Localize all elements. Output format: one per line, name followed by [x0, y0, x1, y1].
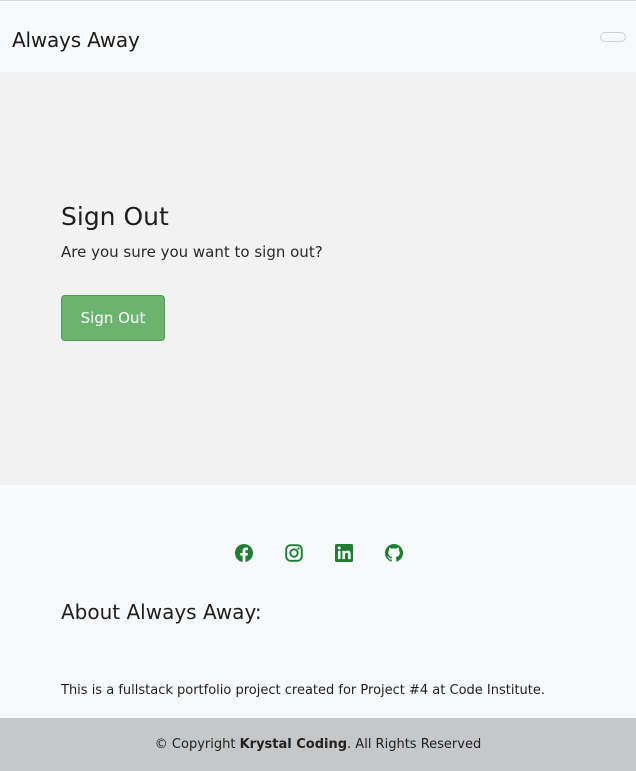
- top-navbar: Always Away: [0, 0, 636, 72]
- about-heading: About Always Away:: [61, 600, 262, 624]
- copyright-prefix: © Copyright: [154, 737, 240, 752]
- copyright-suffix: . All Rights Reserved: [347, 737, 482, 752]
- page-title: Sign Out: [61, 202, 169, 231]
- navbar-toggler-button[interactable]: [600, 32, 626, 42]
- sign-out-button[interactable]: Sign Out: [61, 295, 165, 341]
- footer: About Always Away: This is a fullstack p…: [0, 485, 636, 718]
- github-icon[interactable]: [385, 544, 403, 562]
- facebook-icon[interactable]: [235, 544, 253, 562]
- signout-confirmation-text: Are you sure you want to sign out?: [61, 243, 323, 261]
- about-description: This is a fullstack portfolio project cr…: [61, 683, 546, 698]
- linkedin-icon[interactable]: [335, 544, 353, 562]
- instagram-icon[interactable]: [285, 544, 303, 562]
- brand-logo-link[interactable]: Always Away: [12, 28, 140, 52]
- copyright-bar: © Copyright Krystal Coding. All Rights R…: [0, 718, 636, 771]
- copyright-owner: Krystal Coding: [239, 737, 348, 752]
- main-content: Sign Out Are you sure you want to sign o…: [0, 72, 636, 485]
